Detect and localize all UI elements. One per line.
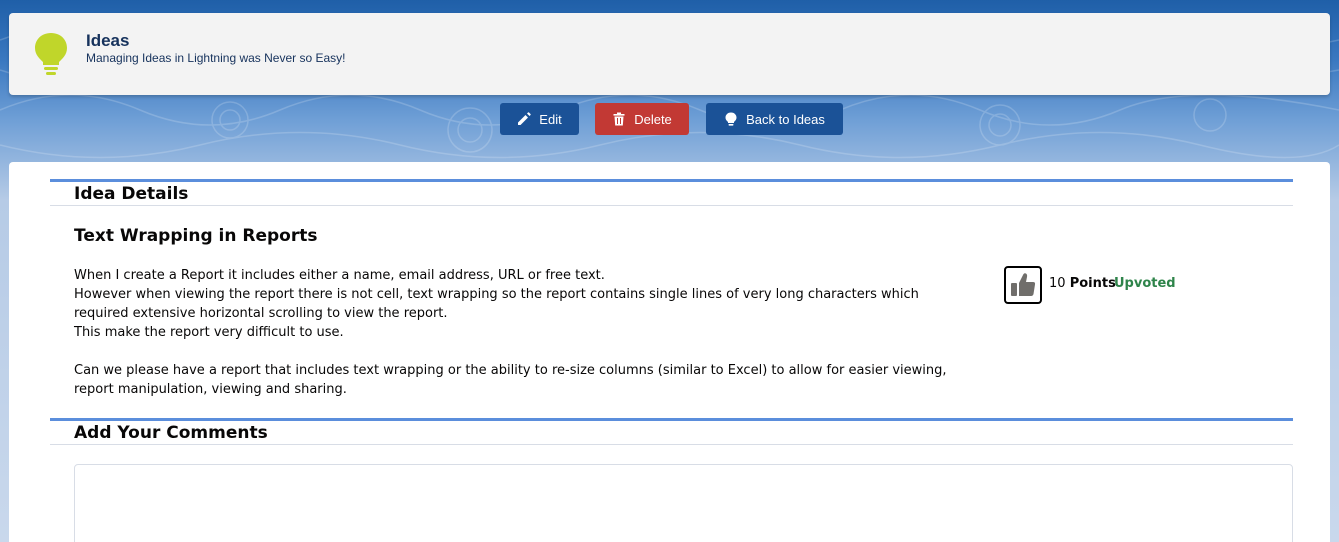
lightbulb-icon <box>35 33 67 75</box>
thumbs-up-icon <box>1011 273 1036 296</box>
section-accent-bar <box>50 179 1293 182</box>
back-to-ideas-label: Back to Ideas <box>746 111 825 127</box>
upvote-button[interactable] <box>1004 266 1042 304</box>
back-to-ideas-button[interactable]: Back to Ideas <box>706 103 843 135</box>
points-label: Points <box>1069 276 1116 291</box>
points-value: 10 <box>1049 276 1066 291</box>
lightbulb-icon <box>725 112 737 126</box>
trash-icon <box>613 112 625 126</box>
edit-button-label: Edit <box>539 111 562 127</box>
vote-status: Upvoted <box>1114 276 1176 291</box>
page-title: Ideas <box>86 31 130 50</box>
idea-description: When I create a Report it includes eithe… <box>74 266 974 399</box>
description-line: When I create a Report it includes eithe… <box>74 268 605 283</box>
divider <box>50 444 1293 445</box>
description-line: However when viewing the report there is… <box>74 287 919 321</box>
description-line: Can we please have a report that include… <box>74 363 947 397</box>
delete-button[interactable]: Delete <box>595 103 689 135</box>
vote-points: 10 Points <box>1049 276 1116 291</box>
page-header: Ideas Managing Ideas in Lightning was Ne… <box>9 13 1330 95</box>
delete-button-label: Delete <box>634 111 672 127</box>
section-accent-bar <box>50 418 1293 421</box>
description-line: This make the report very difficult to u… <box>74 325 344 340</box>
add-comments-heading: Add Your Comments <box>74 423 268 443</box>
idea-details-heading: Idea Details <box>74 184 189 204</box>
pencil-icon <box>518 112 532 125</box>
divider <box>50 205 1293 206</box>
description-gap <box>74 342 974 361</box>
comment-input[interactable] <box>74 464 1293 542</box>
edit-button[interactable]: Edit <box>500 103 579 135</box>
idea-title: Text Wrapping in Reports <box>74 226 318 246</box>
page-subtitle: Managing Ideas in Lightning was Never so… <box>86 51 346 65</box>
